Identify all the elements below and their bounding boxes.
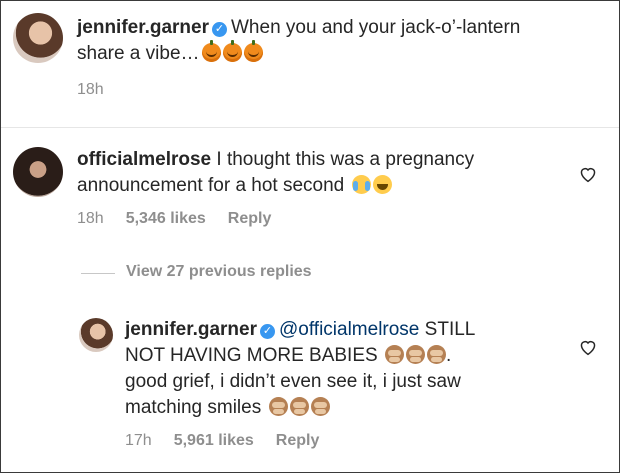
view-previous-replies-button[interactable]: View 27 previous replies: [126, 263, 312, 281]
reply-meta: 17h 5,961 likes Reply: [125, 432, 341, 450]
timestamp[interactable]: 18h: [77, 210, 104, 227]
reply-line-2: NOT HAVING MORE BABIES: [125, 345, 378, 366]
reply-button[interactable]: Reply: [228, 210, 272, 227]
pumpkin-emoji-icon: [222, 40, 242, 62]
like-heart-icon[interactable]: [578, 338, 598, 356]
avatar[interactable]: [13, 13, 63, 63]
reply-line-1: STILL: [424, 319, 476, 340]
see-no-evil-monkey-emoji-icon: [426, 345, 446, 364]
like-heart-icon[interactable]: [578, 165, 598, 183]
reply-text: jennifer.garner ✓ @officialmelrose STILL N…: [125, 317, 475, 421]
timestamp[interactable]: 17h: [125, 432, 152, 449]
verified-badge-icon: ✓: [260, 324, 275, 339]
likes-count[interactable]: 5,961 likes: [174, 432, 254, 449]
reply-line-4: matching smiles: [125, 397, 262, 418]
username-link[interactable]: officialmelrose: [77, 149, 211, 170]
see-no-evil-monkey-emoji-icon: [310, 397, 330, 416]
avatar[interactable]: [79, 318, 113, 352]
mention-link[interactable]: @officialmelrose: [279, 319, 419, 340]
username-link[interactable]: jennifer.garner: [125, 319, 257, 340]
comment-line-2: announcement for a hot second: [77, 175, 345, 196]
reply-button[interactable]: Reply: [276, 432, 320, 449]
instagram-comment-thread: jennifer.garner ✓ When you and your jack-o…: [0, 0, 620, 473]
username-link[interactable]: jennifer.garner: [77, 17, 209, 38]
likes-count[interactable]: 5,346 likes: [126, 210, 206, 227]
comment-line-1: I thought this was a pregnancy: [216, 149, 475, 170]
caption-line-2: share a vibe…: [77, 43, 200, 64]
timestamp[interactable]: 18h: [77, 81, 104, 98]
pumpkin-emoji-icon: [201, 40, 221, 62]
caption-text: jennifer.garner ✓ When you and your jack-o…: [77, 15, 520, 67]
comment-meta: 18h 5,346 likes Reply: [77, 210, 293, 228]
crying-face-emoji-icon: [351, 175, 371, 194]
see-no-evil-monkey-emoji-icon: [268, 397, 288, 416]
caption-line-1: When you and your jack-o’-lantern: [231, 17, 521, 38]
reply-line-2-end: .: [445, 345, 452, 366]
tears-of-joy-emoji-icon: [372, 175, 392, 194]
replies-divider: [81, 273, 115, 274]
verified-badge-icon: ✓: [212, 22, 227, 37]
see-no-evil-monkey-emoji-icon: [405, 345, 425, 364]
caption-meta: 18h: [77, 81, 126, 99]
avatar[interactable]: [13, 147, 63, 197]
comment-text: officialmelrose I thought this was a pre…: [77, 147, 474, 199]
reply-line-3: good grief, i didn’t even see it, i just…: [125, 371, 461, 392]
pumpkin-emoji-icon: [243, 40, 263, 62]
see-no-evil-monkey-emoji-icon: [289, 397, 309, 416]
see-no-evil-monkey-emoji-icon: [384, 345, 404, 364]
post-caption: jennifer.garner ✓ When you and your jack-o…: [1, 1, 619, 128]
